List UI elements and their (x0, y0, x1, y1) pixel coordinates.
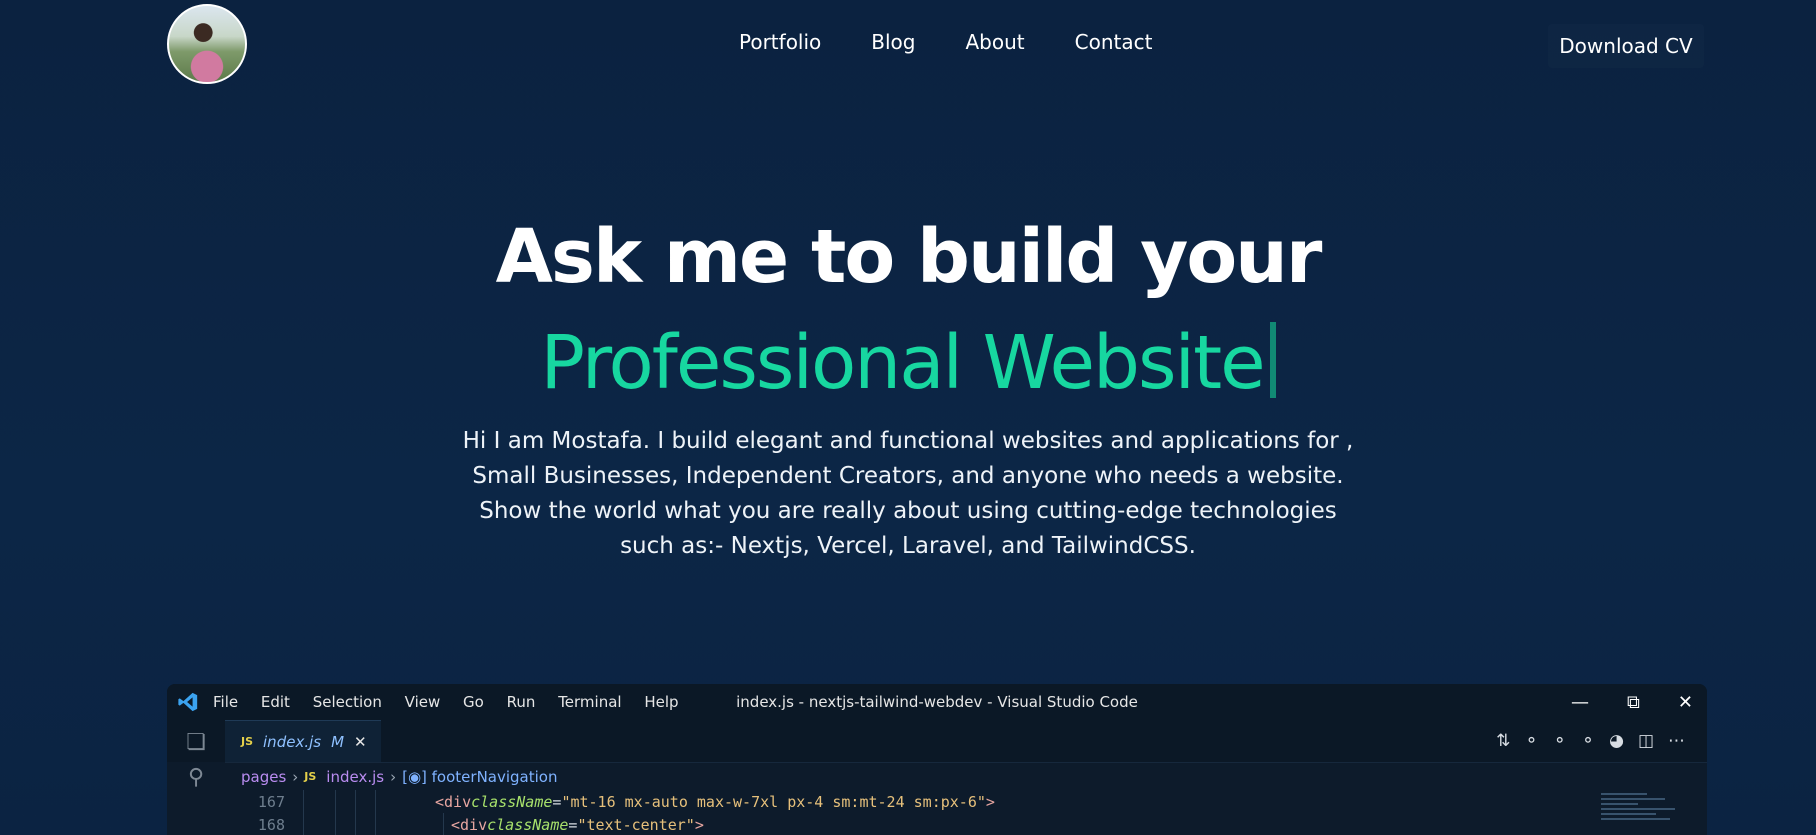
line-number: 167 (257, 792, 285, 811)
vscode-window: File Edit Selection View Go Run Terminal… (167, 684, 1707, 835)
minimize-icon[interactable]: — (1571, 692, 1589, 713)
nav-blog[interactable]: Blog (871, 30, 915, 54)
timeline-icon[interactable]: ◕ (1609, 731, 1624, 751)
menu-run[interactable]: Run (507, 693, 536, 711)
code-eq: = (552, 792, 562, 811)
window-controls: — ⧉ ✕ (1571, 684, 1693, 720)
close-icon[interactable]: ✕ (1678, 692, 1693, 713)
activity-bar: ❏ ⚲ (167, 720, 225, 790)
menu-edit[interactable]: Edit (261, 693, 290, 711)
more-actions-icon[interactable]: ⋯ (1668, 731, 1685, 751)
menu-selection[interactable]: Selection (313, 693, 382, 711)
nav-about[interactable]: About (966, 30, 1025, 54)
code-eq: = (568, 815, 578, 834)
code-string: "text-center" (577, 815, 695, 834)
code-editor[interactable]: 167 <div className = "mt-16 mx-auto max-w-… (225, 790, 1707, 835)
nav-contact[interactable]: Contact (1075, 30, 1153, 54)
vscode-menubar: File Edit Selection View Go Run Terminal… (213, 693, 697, 711)
tab-filename: index.js (263, 732, 322, 751)
hero-intro: Hi I am Mostafa. I build elegant and fun… (462, 428, 1354, 559)
code-line: 167 <div className = "mt-16 mx-auto max-w-… (225, 790, 1707, 813)
hero-title: Ask me to build your (495, 214, 1323, 300)
chevron-right-icon: › (390, 767, 397, 786)
code-string: "mt-16 mx-auto max-w-7xl px-4 sm:mt-24 s… (561, 792, 986, 811)
chevron-right-icon: › (292, 767, 299, 786)
code-line: 168 <div className = "text-center" > (225, 813, 1707, 835)
explorer-icon[interactable]: ❏ (186, 730, 206, 755)
code-attr: className (471, 792, 553, 811)
line-number: 168 (257, 815, 285, 834)
tab-close-icon[interactable]: ✕ (354, 733, 367, 751)
commit-icon[interactable]: ⚬ (1524, 731, 1538, 751)
search-icon[interactable]: ⚲ (188, 765, 204, 790)
split-editor-icon[interactable]: ◫ (1638, 731, 1654, 751)
symbol-variable-icon: [◉] (402, 767, 432, 786)
editor-tab-row: ❏ ⚲ JS index.js M ✕ ⇅ ⚬ ⚬ ⚬ ◕ ◫ ⋯ (167, 720, 1707, 790)
js-file-icon: JS (304, 770, 317, 783)
main-nav: Portfolio Blog About Contact (739, 30, 1202, 54)
menu-file[interactable]: File (213, 693, 238, 711)
next-change-icon[interactable]: ⚬ (1581, 731, 1595, 751)
breadcrumb-folder[interactable]: pages (241, 768, 286, 786)
minimap[interactable] (1601, 790, 1693, 835)
hero-subtitle: Professional Website (0, 318, 1816, 408)
indent-guides (295, 790, 435, 813)
previous-change-icon[interactable]: ⚬ (1553, 731, 1567, 751)
restore-icon[interactable]: ⧉ (1627, 692, 1640, 713)
editor-tab[interactable]: JS index.js M ✕ (225, 720, 381, 762)
compare-changes-icon[interactable]: ⇅ (1496, 731, 1510, 751)
vscode-titlebar: File Edit Selection View Go Run Terminal… (167, 684, 1707, 720)
tab-modified-badge: M (331, 732, 345, 751)
code-tag: <div (435, 792, 472, 811)
editor-actions: ⇅ ⚬ ⚬ ⚬ ◕ ◫ ⋯ (1496, 720, 1685, 762)
code-attr: className (487, 815, 569, 834)
menu-help[interactable]: Help (644, 693, 678, 711)
code-tag: <div (451, 815, 488, 834)
code-close: > (985, 792, 995, 811)
menu-terminal[interactable]: Terminal (558, 693, 621, 711)
breadcrumb-symbol[interactable]: footerNavigation (432, 768, 558, 786)
breadcrumb-file[interactable]: index.js (326, 768, 384, 786)
menu-go[interactable]: Go (463, 693, 484, 711)
hero-subtitle-text: Professional Website (540, 320, 1265, 406)
download-cv-button[interactable]: Download CV (1548, 24, 1704, 68)
indent-guides (295, 813, 451, 835)
code-close: > (694, 815, 704, 834)
menu-view[interactable]: View (405, 693, 441, 711)
vscode-logo-icon (177, 691, 199, 713)
avatar[interactable] (167, 4, 247, 84)
breadcrumb: pages › JS index.js › [◉] footerNavigati… (225, 762, 1707, 790)
typing-cursor (1269, 322, 1276, 398)
js-file-icon: JS (241, 735, 254, 748)
nav-portfolio[interactable]: Portfolio (739, 30, 821, 54)
